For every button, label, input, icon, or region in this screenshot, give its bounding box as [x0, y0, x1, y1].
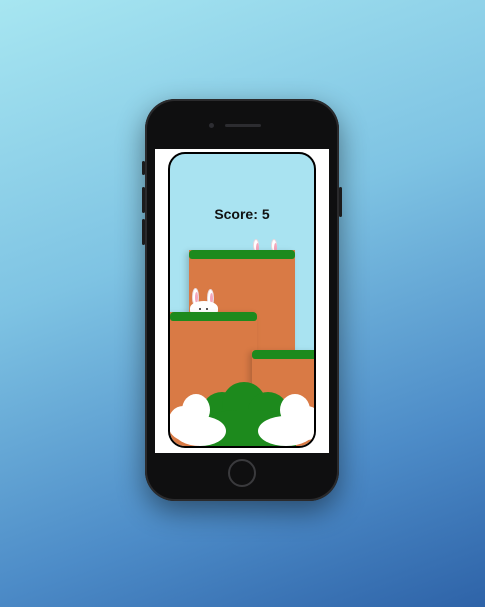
volume-down-button — [142, 219, 145, 245]
score-value: 5 — [261, 206, 270, 222]
platform-grass — [189, 250, 295, 259]
score-label: Score: — [214, 206, 258, 222]
game-canvas[interactable]: Score: 5 — [168, 152, 316, 448]
score-display: Score: 5 — [170, 206, 314, 222]
cloud-left — [174, 416, 226, 446]
power-button — [339, 187, 342, 217]
phone-screen: Score: 5 — [155, 149, 329, 453]
bunny-eye — [206, 308, 208, 310]
camera-icon — [209, 123, 214, 128]
home-button[interactable] — [228, 459, 256, 487]
mute-switch — [142, 161, 145, 175]
platform-grass — [170, 312, 257, 321]
volume-up-button — [142, 187, 145, 213]
speaker-icon — [225, 124, 261, 127]
phone-device: Score: 5 — [142, 99, 342, 501]
cloud-right — [258, 416, 314, 446]
bunny-eye — [199, 308, 201, 310]
platform-grass — [252, 350, 314, 359]
